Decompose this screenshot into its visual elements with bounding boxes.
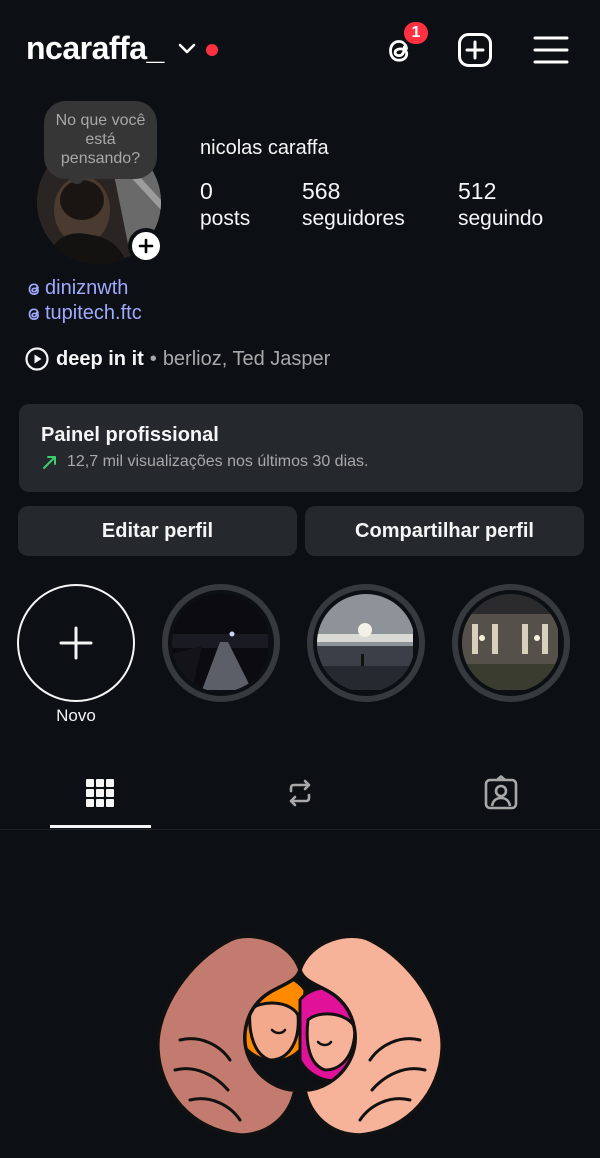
profile-music[interactable]: deep in it • berlioz, Ted Jasper xyxy=(25,345,330,373)
hamburger-menu-icon[interactable] xyxy=(533,32,569,68)
threads-link[interactable]: diniznwth xyxy=(25,277,128,300)
following-count: 512 xyxy=(458,178,497,204)
followers-count: 568 xyxy=(302,178,341,204)
trending-up-icon xyxy=(43,456,56,469)
story-highlight[interactable] xyxy=(307,584,425,702)
unread-dot xyxy=(206,44,218,56)
followers-stat[interactable]: 568 seguidores xyxy=(302,178,405,234)
professional-dashboard-title: Painel profissional xyxy=(41,424,219,446)
threads-icon xyxy=(28,282,39,295)
threads-icon xyxy=(28,307,39,320)
professional-dashboard[interactable]: Painel profissional 12,7 mil visualizaçõ… xyxy=(19,404,583,492)
story-highlight[interactable] xyxy=(162,584,280,702)
top-bar: ncaraffa_ 1 xyxy=(0,0,600,100)
play-circle-icon xyxy=(25,347,49,371)
username-switcher[interactable]: ncaraffa_ xyxy=(26,30,164,67)
threads-link-text: tupitech.ftc xyxy=(45,302,142,324)
add-story-button[interactable] xyxy=(128,228,164,264)
display-name: nicolas caraffa xyxy=(200,137,329,159)
followers-label: seguidores xyxy=(302,207,405,230)
views-summary: 12,7 mil visualizações nos últimos 30 di… xyxy=(67,453,369,470)
new-highlight-label: Novo xyxy=(56,706,96,725)
create-post-icon[interactable] xyxy=(457,32,493,68)
posts-stat[interactable]: 0 posts xyxy=(200,178,250,234)
threads-link[interactable]: tupitech.ftc xyxy=(25,302,142,325)
note-bubble[interactable]: No que você está pensando? xyxy=(44,101,157,179)
professional-dashboard-subtitle: 12,7 mil visualizações nos últimos 30 di… xyxy=(41,453,561,471)
tab-reposts[interactable] xyxy=(250,770,350,816)
tab-tagged[interactable] xyxy=(451,770,551,816)
tabs-divider xyxy=(0,829,600,830)
song-title: deep in it xyxy=(56,347,144,370)
posts-count: 0 xyxy=(200,178,213,204)
threads-link-text: diniznwth xyxy=(45,277,129,299)
chevron-down-icon[interactable] xyxy=(177,42,197,56)
heart-hands-illustration xyxy=(156,934,444,1137)
tagged-icon xyxy=(484,775,518,810)
active-tab-indicator xyxy=(50,825,151,828)
building-lights-highlight xyxy=(462,594,560,692)
following-label: seguindo xyxy=(458,207,544,230)
grid-icon xyxy=(86,779,114,807)
share-profile-button[interactable]: Compartilhar perfil xyxy=(305,506,584,556)
story-highlight[interactable] xyxy=(452,584,570,702)
reposts-icon xyxy=(289,779,311,807)
threads-notification-badge: 1 xyxy=(401,19,431,47)
following-stat[interactable]: 512 seguindo xyxy=(458,178,543,234)
plus-icon xyxy=(59,626,93,660)
song-artists: berlioz, Ted Jasper xyxy=(162,347,331,370)
music-separator: • xyxy=(149,347,157,370)
edit-profile-button[interactable]: Editar perfil xyxy=(18,506,297,556)
plus-icon xyxy=(138,238,154,254)
night-road-highlight xyxy=(172,594,270,692)
tab-posts-grid[interactable] xyxy=(50,770,150,816)
sunset-sea-highlight xyxy=(317,594,415,692)
new-highlight-button[interactable] xyxy=(17,584,135,702)
posts-label: posts xyxy=(200,207,251,230)
